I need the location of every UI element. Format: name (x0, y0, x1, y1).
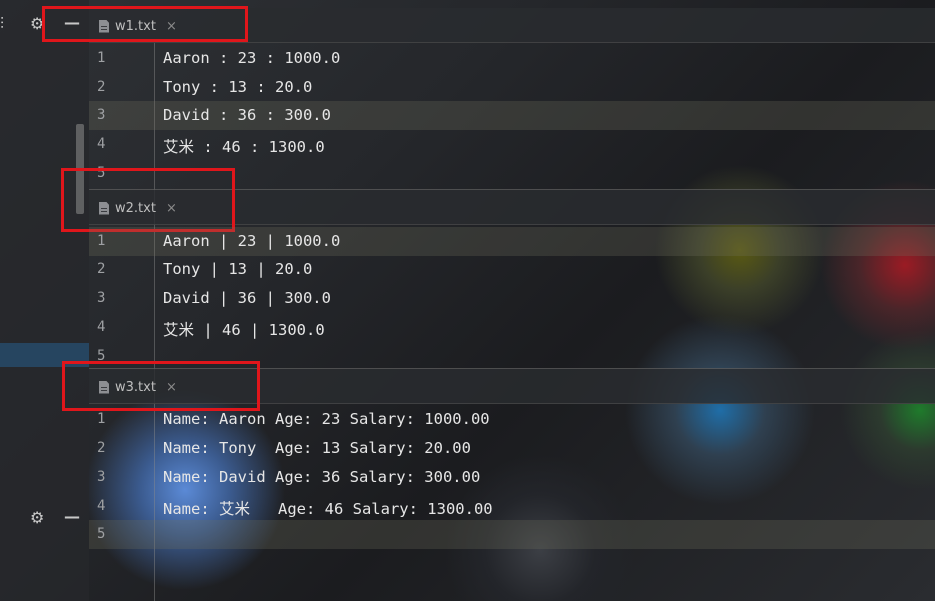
editor-line[interactable]: 2 Tony | 13 | 20.0 (89, 255, 935, 284)
editor-line[interactable]: 1 Aaron : 23 : 1000.0 (89, 44, 935, 73)
line-text: Name: Tony Age: 13 Salary: 20.00 (163, 439, 471, 457)
editor-line-current[interactable]: 3 David : 36 : 300.0 (89, 101, 935, 130)
line-number: 5 (97, 526, 106, 542)
line-number: 3 (97, 290, 106, 306)
line-number: 4 (97, 498, 106, 514)
editor-line[interactable]: 3 David | 36 | 300.0 (89, 284, 935, 313)
line-number: 4 (97, 319, 106, 335)
editor-line[interactable]: 4 艾米 | 46 | 1300.0 (89, 313, 935, 342)
gear-icon[interactable]: ⚙ (30, 510, 44, 526)
line-text: Name: David Age: 36 Salary: 300.00 (163, 468, 481, 486)
line-number: 1 (97, 233, 106, 249)
line-number: 2 (97, 79, 106, 95)
line-text: Aaron | 23 | 1000.0 (163, 232, 341, 250)
minimize-icon[interactable]: — (64, 509, 80, 525)
line-text: David | 36 | 300.0 (163, 289, 331, 307)
line-number: 1 (97, 50, 106, 66)
editor-line[interactable]: 2 Tony : 13 : 20.0 (89, 73, 935, 102)
line-text: Name: Aaron Age: 23 Salary: 1000.00 (163, 410, 490, 428)
highlight-box (42, 6, 248, 42)
editor-line-current[interactable]: 1 Aaron | 23 | 1000.0 (89, 227, 935, 256)
line-text: 艾米 : 46 : 1300.0 (163, 138, 325, 156)
line-number: 1 (97, 411, 106, 427)
line-number: 2 (97, 261, 106, 277)
line-text: Tony | 13 | 20.0 (163, 260, 313, 278)
line-number: 3 (97, 469, 106, 485)
editor-line[interactable]: 2 Name: Tony Age: 13 Salary: 20.00 (89, 434, 935, 463)
editor-line[interactable]: 1 Name: Aaron Age: 23 Salary: 1000.00 (89, 405, 935, 434)
line-number: 2 (97, 440, 106, 456)
editor-line[interactable]: 3 Name: David Age: 36 Salary: 300.00 (89, 463, 935, 492)
line-text: Tony : 13 : 20.0 (163, 78, 313, 96)
split-icon[interactable]: ⫶ (0, 16, 4, 32)
editor-line[interactable]: 4 Name: 艾米 Age: 46 Salary: 1300.00 (89, 492, 935, 521)
line-text: 艾米 | 46 | 1300.0 (163, 321, 325, 339)
line-text: David : 36 : 300.0 (163, 106, 331, 124)
line-text: Name: 艾米 Age: 46 Salary: 1300.00 (163, 500, 493, 518)
editor-line[interactable]: 4 艾米 : 46 : 1300.0 (89, 130, 935, 159)
highlight-box (61, 168, 235, 232)
line-text: Aaron : 23 : 1000.0 (163, 49, 341, 67)
editor-line-current[interactable]: 5 (89, 520, 935, 549)
highlight-box (62, 361, 260, 411)
line-number: 3 (97, 107, 106, 123)
line-number: 4 (97, 136, 106, 152)
